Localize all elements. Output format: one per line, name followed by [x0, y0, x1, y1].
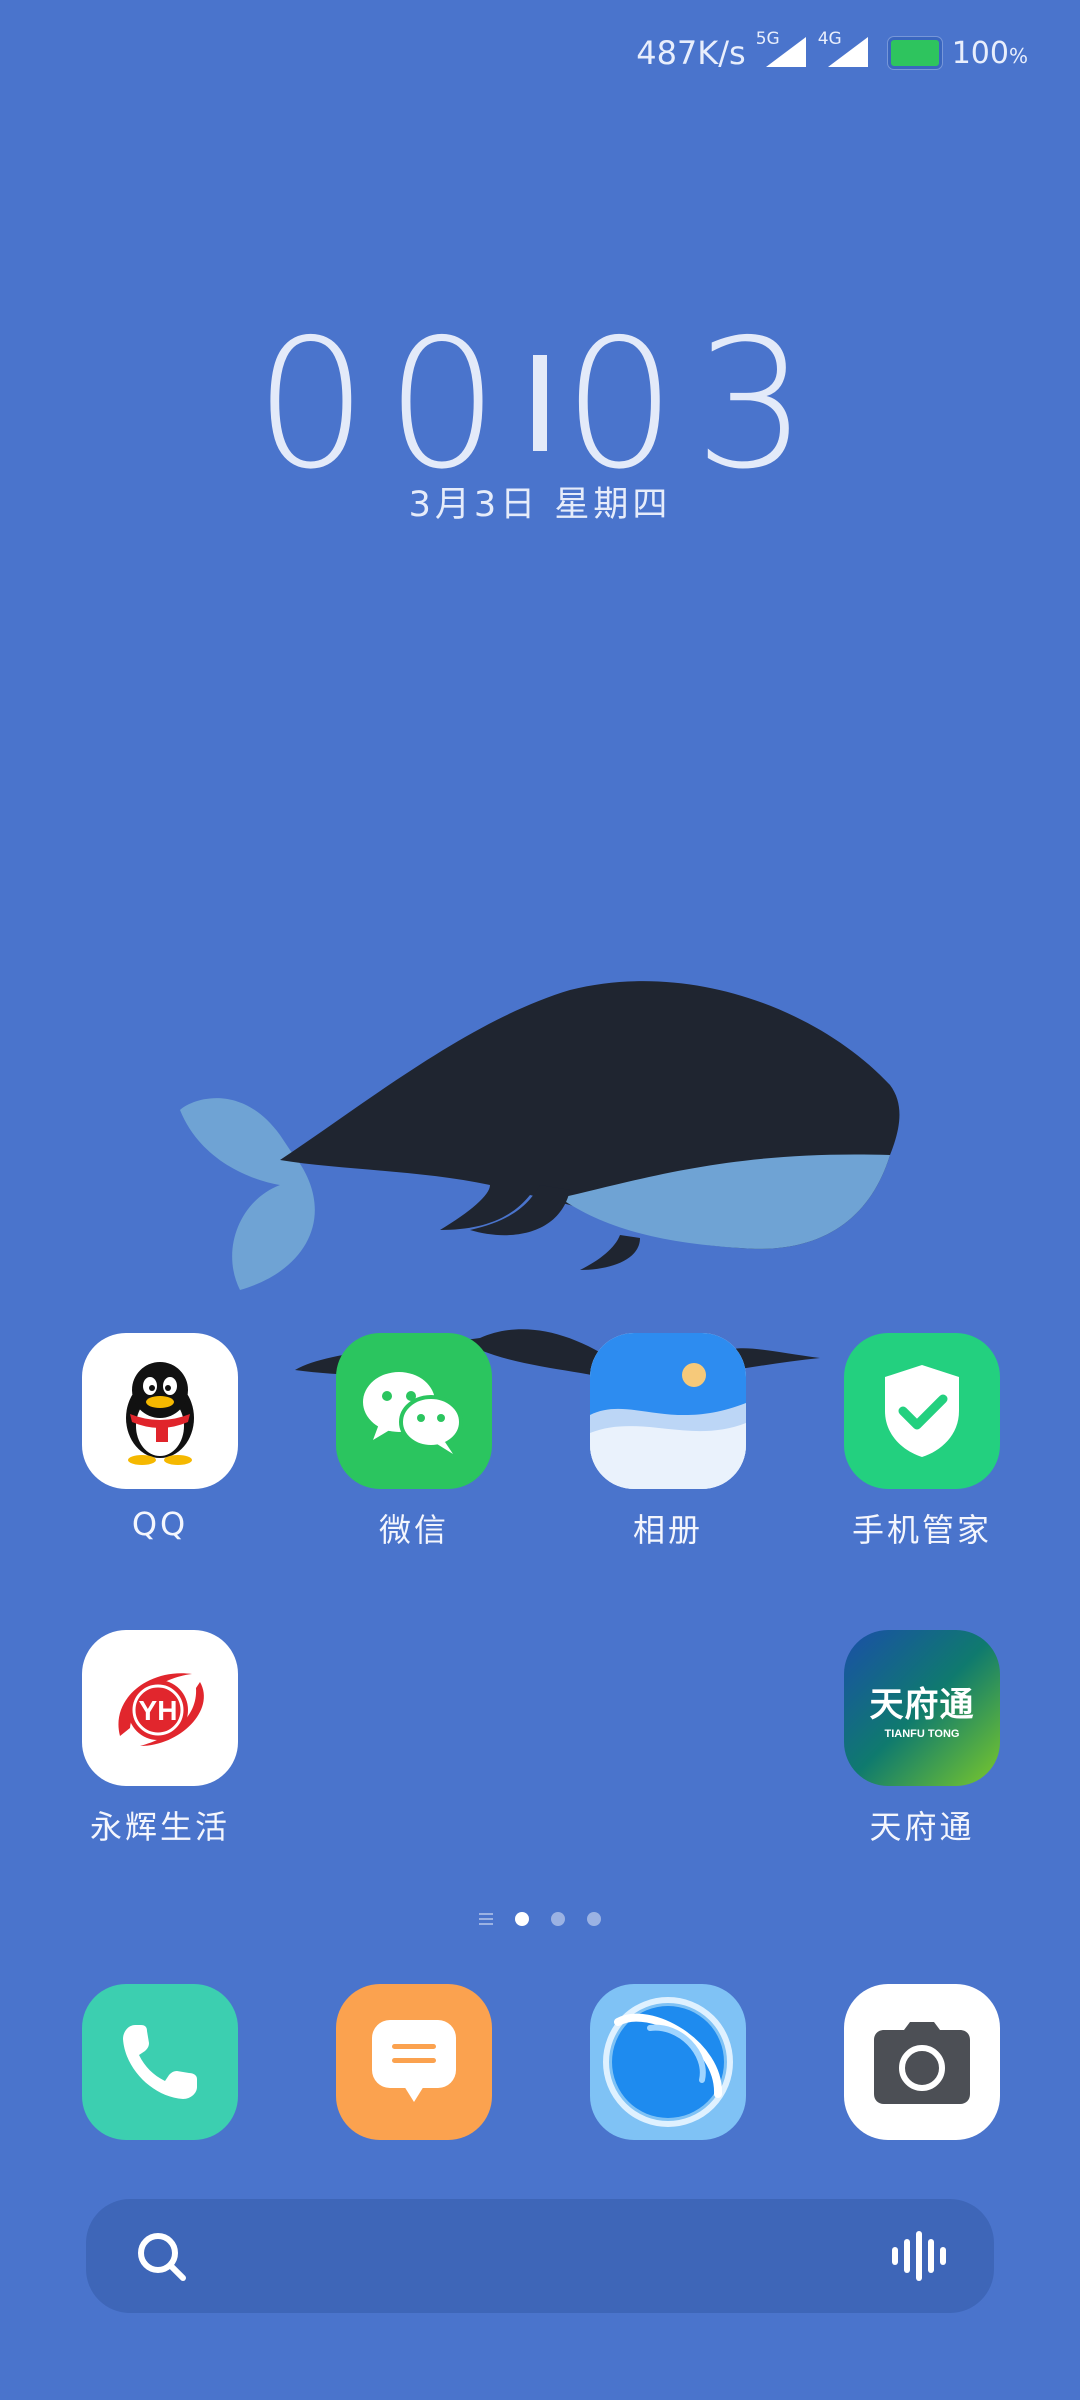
- browser-planet-icon: [603, 1997, 733, 2127]
- page-dot-1[interactable]: [515, 1912, 529, 1926]
- messages-icon: [372, 2020, 456, 2102]
- app-label: QQ: [131, 1505, 189, 1543]
- dock-phone[interactable]: [82, 1984, 238, 2140]
- app-label: 相册: [632, 1511, 703, 1549]
- status-bar: 487K/s 5G 4G 100%: [636, 28, 1028, 78]
- dock-messages[interactable]: [336, 1984, 492, 2140]
- app-phone-manager[interactable]: 手机管家: [822, 1333, 1022, 1551]
- page-dot-3[interactable]: [587, 1912, 601, 1926]
- gallery-icon: [590, 1333, 746, 1489]
- page-indicator[interactable]: [0, 1912, 1080, 1926]
- signal-4g-icon: 4G: [818, 29, 870, 73]
- app-tianfutong[interactable]: 天府通 TIANFU TONG 天府通: [822, 1630, 1022, 1848]
- wechat-icon: [336, 1333, 492, 1489]
- app-label: 微信: [378, 1511, 449, 1549]
- phone-icon: [123, 2025, 197, 2099]
- svg-text:YH: YH: [139, 1695, 178, 1726]
- dock-camera[interactable]: [844, 1984, 1000, 2140]
- phone-manager-shield-icon: [844, 1333, 1000, 1489]
- dock-browser[interactable]: [590, 1984, 746, 2140]
- app-yonghui-life[interactable]: YH 永辉生活: [60, 1630, 260, 1848]
- battery-icon: [887, 37, 942, 69]
- app-qq[interactable]: QQ: [60, 1333, 260, 1543]
- date-label[interactable]: 3月3日 星期四: [0, 476, 1080, 527]
- app-label: 永辉生活: [89, 1808, 230, 1846]
- app-label: 手机管家: [851, 1511, 992, 1549]
- whale-wallpaper: [180, 981, 900, 1385]
- app-label: 天府通: [869, 1808, 975, 1846]
- yonghui-life-icon: YH: [82, 1630, 238, 1786]
- app-gallery[interactable]: 相册: [568, 1333, 768, 1551]
- network-speed: 487K/s: [636, 34, 746, 72]
- tianfutong-logo-subtext: TIANFU TONG: [884, 1727, 960, 1740]
- tianfutong-logo-text: 天府通: [869, 1684, 975, 1725]
- battery-indicator: 100%: [887, 35, 1028, 71]
- clock-widget[interactable]: 00 03: [0, 316, 1080, 494]
- search-bar[interactable]: [86, 2199, 994, 2313]
- battery-percent: 100: [951, 35, 1009, 71]
- clock-separator: [533, 355, 547, 452]
- camera-icon: [874, 2022, 970, 2104]
- signal-5g-icon: 5G: [756, 29, 808, 73]
- search-icon[interactable]: [136, 2231, 188, 2283]
- app-drawer-lines-icon[interactable]: [479, 1913, 493, 1925]
- app-wechat[interactable]: 微信: [314, 1333, 514, 1551]
- qq-penguin-icon: [82, 1333, 238, 1489]
- tianfutong-icon: 天府通 TIANFU TONG: [844, 1630, 1000, 1786]
- page-dot-2[interactable]: [551, 1912, 565, 1926]
- voice-icon[interactable]: [890, 2229, 946, 2283]
